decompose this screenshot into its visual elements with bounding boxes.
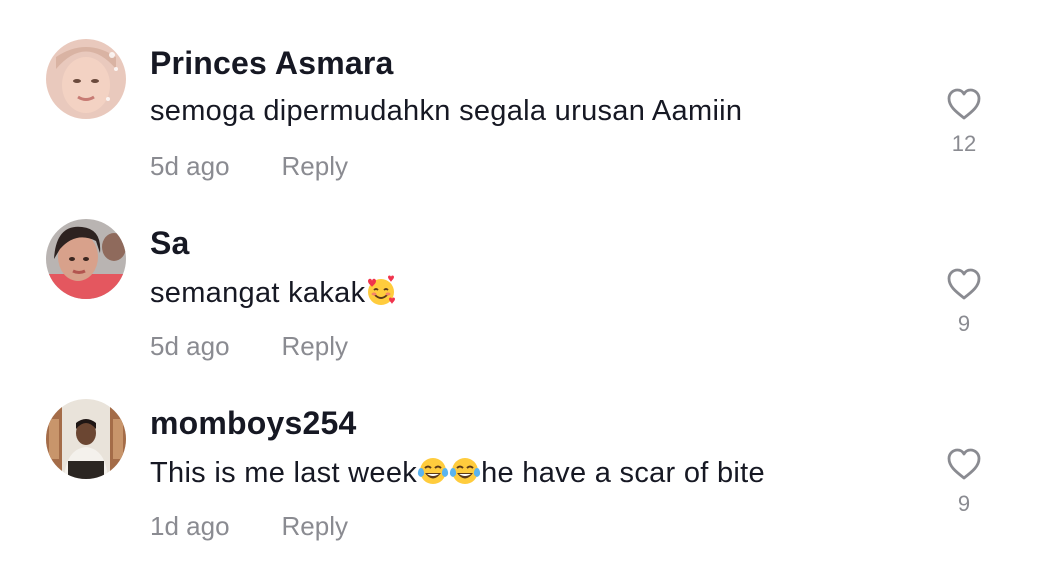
comment-meta: 5d ago Reply <box>150 151 348 182</box>
like-count: 9 <box>957 491 971 516</box>
comment-text-content: semangat kakak <box>150 277 366 309</box>
avatar[interactable] <box>46 399 126 479</box>
comment-meta: 5d ago Reply <box>150 331 348 362</box>
face-with-tears-of-joy-icon <box>449 458 481 484</box>
comment-item: Sa semangat kakak 5d ago Reply 9 <box>0 219 1044 399</box>
comment-timestamp: 5d ago <box>150 331 230 361</box>
comment-meta: 1d ago Reply <box>150 511 348 542</box>
cut-off-text-fragment <box>150 0 380 6</box>
previous-comment-meta-partial <box>150 0 380 6</box>
comment-text: semangat kakak <box>150 275 397 310</box>
like-count: 9 <box>957 311 971 336</box>
comment-timestamp: 5d ago <box>150 151 230 181</box>
avatar[interactable] <box>46 39 126 119</box>
smiling-face-with-hearts-icon <box>368 275 396 305</box>
comment-username[interactable]: Princes Asmara <box>150 45 394 82</box>
heart-outline-icon[interactable] <box>946 267 982 301</box>
heart-outline-icon[interactable] <box>946 447 982 481</box>
comment-item: Princes Asmara semoga dipermudahkn segal… <box>0 39 1044 219</box>
comment-text-after: he have a scar of bite <box>481 457 765 489</box>
reply-button[interactable]: Reply <box>282 511 348 542</box>
comment-text: semoga dipermudahkn segala urusan Aamiin <box>150 95 743 127</box>
like-count: 12 <box>951 131 977 156</box>
avatar[interactable] <box>46 219 126 299</box>
comment-text-before: This is me last week <box>150 457 418 489</box>
face-with-tears-of-joy-icon <box>417 458 449 484</box>
reply-button[interactable]: Reply <box>282 331 348 362</box>
comment-timestamp: 1d ago <box>150 511 230 541</box>
comment-text: This is me last week he have a scar of b… <box>150 455 765 490</box>
comment-item: momboys254 This is me last week he have … <box>0 399 1044 579</box>
comment-username[interactable]: Sa <box>150 225 190 262</box>
like-button[interactable]: 9 <box>940 267 988 337</box>
comment-username[interactable]: momboys254 <box>150 405 357 442</box>
heart-outline-icon[interactable] <box>946 87 982 121</box>
reply-button[interactable]: Reply <box>282 151 348 182</box>
like-button[interactable]: 9 <box>940 447 988 517</box>
like-button[interactable]: 12 <box>940 87 988 157</box>
